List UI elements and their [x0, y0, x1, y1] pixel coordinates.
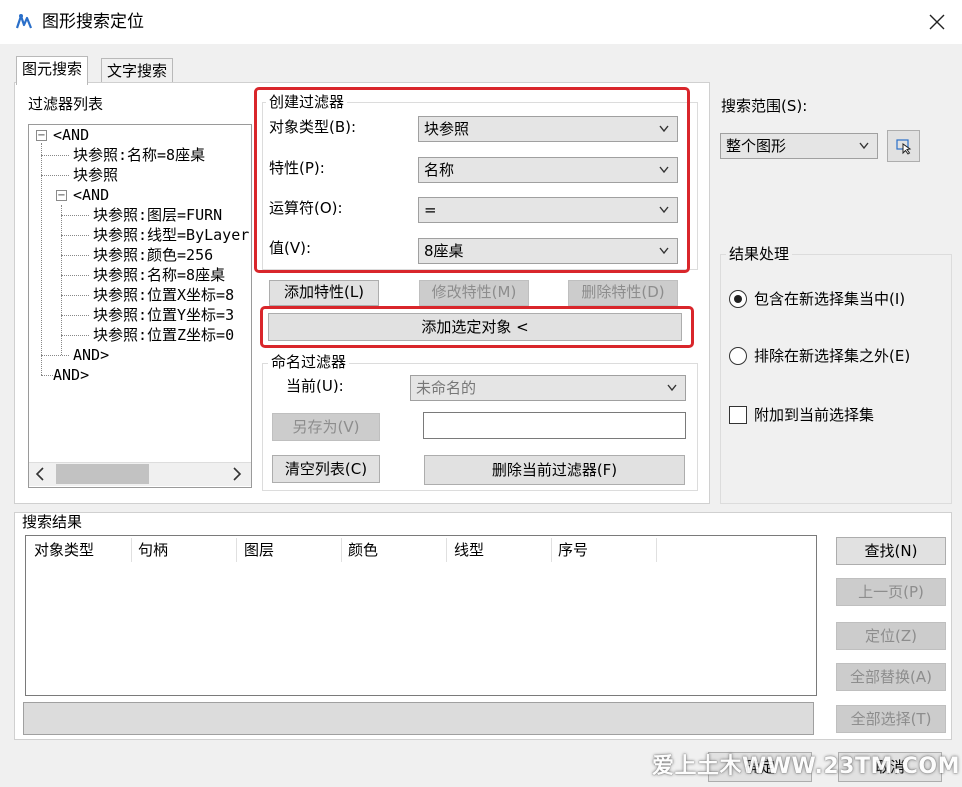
locate-button[interactable]: 定位(Z)	[836, 622, 946, 650]
title-bar	[0, 0, 962, 44]
exclude-radio[interactable]	[729, 347, 747, 365]
column-header[interactable]: 颜色	[348, 540, 378, 560]
save-as-button[interactable]: 另存为(V)	[272, 413, 380, 441]
chevron-down-icon	[859, 142, 869, 150]
window-title: 图形搜索定位	[42, 12, 144, 32]
add-property-button[interactable]: 添加特性(L)	[269, 280, 379, 306]
exclude-label[interactable]: 排除在新选择集之外(E)	[754, 346, 910, 366]
status-bar	[23, 702, 814, 735]
tree-node[interactable]: AND>	[53, 365, 89, 385]
collapse-icon[interactable]: −	[36, 130, 47, 141]
column-header[interactable]: 句柄	[138, 540, 168, 560]
tree-node[interactable]: <AND	[73, 185, 109, 205]
column-header[interactable]: 图层	[244, 540, 274, 560]
watermark: 爱上土木WWW.23TM.COM	[652, 754, 960, 779]
tree-node[interactable]: 块参照:位置X坐标=8	[93, 285, 234, 305]
scroll-left-icon[interactable]	[35, 467, 45, 481]
result-processing-title: 结果处理	[726, 244, 793, 264]
tree-node[interactable]: 块参照:位置Z坐标=0	[93, 325, 234, 345]
current-filter-label: 当前(U):	[286, 377, 344, 395]
prev-page-button[interactable]: 上一页(P)	[836, 578, 946, 606]
select-objects-icon	[895, 139, 911, 155]
app-icon	[15, 14, 33, 29]
replace-all-button[interactable]: 全部替换(A)	[836, 663, 946, 691]
filter-tree[interactable]: − <AND 块参照:名称=8座桌 块参照 − <AND 块参照:图层=FURN…	[28, 124, 252, 488]
scroll-right-icon[interactable]	[232, 467, 242, 481]
tree-node[interactable]: AND>	[73, 345, 109, 365]
chevron-down-icon	[667, 384, 677, 392]
tab-entity-search[interactable]: 图元搜索	[16, 56, 89, 85]
delete-property-button[interactable]: 删除特性(D)	[568, 280, 678, 306]
tree-node[interactable]: 块参照:线型=ByLayer	[93, 225, 249, 245]
save-as-input[interactable]	[423, 412, 686, 439]
close-icon	[929, 14, 945, 30]
column-header[interactable]: 线型	[454, 540, 484, 560]
include-label[interactable]: 包含在新选择集当中(I)	[754, 289, 905, 309]
column-header[interactable]: 对象类型	[34, 540, 94, 560]
results-list[interactable]: 对象类型 句柄 图层 颜色 线型 序号	[25, 535, 817, 696]
tree-node[interactable]: 块参照	[73, 165, 118, 185]
find-button[interactable]: 查找(N)	[836, 537, 946, 565]
search-scope-value: 整个图形	[726, 137, 787, 155]
search-scope-select[interactable]: 整个图形	[720, 133, 878, 159]
tree-node[interactable]: 块参照:名称=8座桌	[93, 265, 225, 285]
tree-node[interactable]: 块参照:位置Y坐标=3	[93, 305, 234, 325]
modify-property-button[interactable]: 修改特性(M)	[419, 280, 529, 306]
clear-list-button[interactable]: 清空列表(C)	[272, 455, 380, 483]
collapse-icon[interactable]: −	[56, 190, 67, 201]
named-filter-title: 命名过滤器	[268, 352, 350, 372]
search-results-title: 搜索结果	[22, 513, 83, 531]
tab-text-search[interactable]: 文字搜索	[101, 58, 174, 84]
select-objects-button[interactable]	[887, 130, 920, 162]
close-button[interactable]	[922, 8, 952, 36]
delete-current-filter-button[interactable]: 删除当前过滤器(F)	[424, 455, 685, 485]
filter-list-label: 过滤器列表	[28, 95, 104, 113]
scrollbar-thumb[interactable]	[56, 464, 149, 484]
tree-node[interactable]: <AND	[53, 125, 89, 145]
current-filter-value: 未命名的	[416, 379, 477, 397]
tree-node[interactable]: 块参照:名称=8座桌	[73, 145, 205, 165]
tree-node[interactable]: 块参照:颜色=256	[93, 245, 213, 265]
include-radio[interactable]	[729, 290, 747, 308]
highlight-create-filter	[254, 87, 690, 273]
append-checkbox[interactable]	[729, 406, 747, 424]
search-scope-label: 搜索范围(S):	[721, 97, 808, 115]
select-all-button[interactable]: 全部选择(T)	[836, 705, 946, 733]
column-header[interactable]: 序号	[558, 540, 588, 560]
tree-node[interactable]: 块参照:图层=FURN	[93, 205, 222, 225]
current-filter-select[interactable]: 未命名的	[410, 375, 686, 401]
append-label[interactable]: 附加到当前选择集	[754, 405, 874, 425]
highlight-add-selected	[260, 306, 694, 348]
radio-dot	[734, 295, 742, 303]
